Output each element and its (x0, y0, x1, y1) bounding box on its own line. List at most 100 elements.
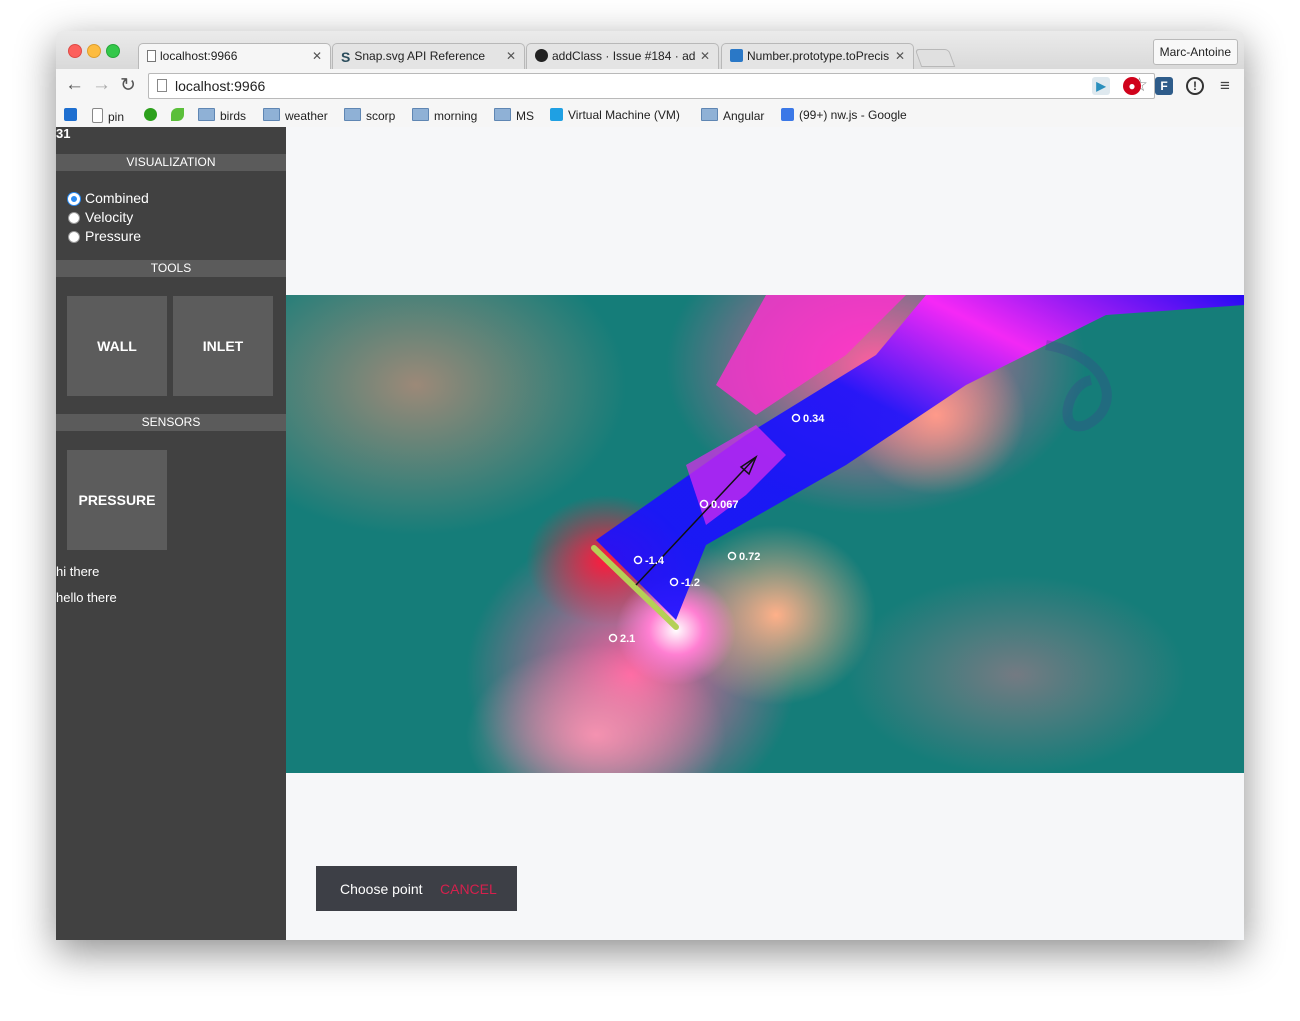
radio-label: Pressure (85, 228, 142, 244)
bookmark-label: morning (434, 109, 478, 123)
browser-toolbar: ← → ↻ localhost:9966 ☆ ▶ ● F ! ≡ (56, 69, 1244, 103)
forward-arrow-icon[interactable]: → (92, 74, 111, 96)
tab-localhost[interactable]: localhost:9966 ✕ (138, 43, 331, 70)
qb-icon (144, 108, 157, 121)
tab-snap-svg[interactable]: S Snap.svg API Reference ✕ (332, 43, 525, 70)
radio-selected-icon (68, 193, 80, 205)
tab-title: addClass · Issue #184 · ad (552, 49, 696, 63)
tab-close-icon[interactable]: ✕ (700, 49, 710, 63)
pressure-probe[interactable]: 2.1 (608, 633, 636, 645)
bookmark-weather[interactable]: weather (263, 108, 328, 123)
flow-overlay: 0.34 0.067 -1.4 0.72 -1.2 2.1 (591, 295, 1244, 645)
probe-value: 2.1 (620, 633, 635, 645)
bookmark-label: Angular (723, 109, 765, 123)
probe-marker-icon (727, 551, 737, 561)
tab-title: Snap.svg API Reference (354, 49, 486, 63)
cancel-button[interactable]: CANCEL (440, 881, 497, 897)
radio-pressure[interactable]: Pressure (68, 228, 141, 244)
window-maximize-button[interactable] (106, 44, 120, 58)
probe-value: -1.4 (645, 555, 665, 567)
tab-title: Number.prototype.toPrecis (747, 49, 890, 63)
bookmark-scorp[interactable]: scorp (344, 108, 395, 123)
probe-value: 0.34 (803, 413, 825, 425)
reload-icon[interactable]: ↻ (120, 74, 136, 97)
snackbar: Choose point CANCEL (316, 866, 517, 911)
tab-close-icon[interactable]: ✕ (895, 49, 905, 63)
menu-icon[interactable]: ≡ (1216, 77, 1234, 95)
folder-icon (494, 108, 511, 121)
probe-value: -1.2 (681, 577, 700, 589)
bookmark-angular[interactable]: Angular (701, 108, 764, 123)
snackbar-message: Choose point (340, 881, 423, 897)
title-bar: localhost:9966 ✕ S Snap.svg API Reference… (56, 31, 1244, 70)
radio-label: Combined (85, 190, 149, 206)
bookmark-label: pin (108, 110, 125, 124)
browser-window: localhost:9966 ✕ S Snap.svg API Reference… (56, 31, 1244, 940)
bookmark-label: weather (285, 109, 328, 123)
radio-unselected-icon (68, 231, 80, 243)
bookmark-pin[interactable]: pin (92, 108, 124, 124)
wall-tool-button[interactable]: WALL (67, 296, 167, 396)
ie-icon (550, 108, 563, 121)
radio-combined[interactable]: Combined (68, 190, 149, 206)
profile-button[interactable]: Marc-Antoine (1152, 39, 1238, 65)
pressure-sensor-button[interactable]: PRESSURE (67, 450, 167, 550)
probe-value: 0.72 (739, 551, 760, 563)
adblock-icon[interactable]: ● (1123, 77, 1141, 95)
gplus-icon (781, 108, 794, 121)
page-icon (157, 79, 167, 92)
tab-github-issue[interactable]: addClass · Issue #184 · ad ✕ (526, 43, 719, 70)
cast-extension-icon[interactable]: ▶ (1092, 77, 1110, 95)
new-tab-button[interactable] (914, 49, 956, 67)
fluid-simulation-canvas[interactable]: 0.34 0.067 -1.4 0.72 -1.2 2.1 (286, 295, 1244, 773)
page-icon (147, 50, 156, 62)
github-icon (535, 49, 548, 62)
tab-close-icon[interactable]: ✕ (506, 49, 516, 63)
trello-icon (64, 108, 77, 121)
page-content: 31 VISUALIZATION Combined Velocity Press… (56, 126, 1244, 940)
note-text: hi there (56, 564, 100, 579)
folder-icon (263, 108, 280, 121)
bookmark-trello[interactable] (64, 108, 82, 122)
bookmarks-bar: pin birds weather scorp morning MS Virtu… (56, 103, 1244, 128)
window-minimize-button[interactable] (87, 44, 101, 58)
feedly-icon[interactable]: F (1155, 77, 1173, 95)
url-text: localhost:9966 (175, 78, 266, 94)
probe-marker-icon (608, 633, 618, 643)
radio-unselected-icon (68, 212, 80, 224)
bookmark-qb[interactable] (144, 108, 162, 122)
tab-mdn[interactable]: Number.prototype.toPrecis ✕ (721, 43, 914, 70)
note-text: hello there (56, 590, 117, 605)
bookmark-nwjs[interactable]: (99+) nw.js - Google (781, 108, 907, 122)
bookmark-ms[interactable]: MS (494, 108, 534, 123)
vortex (1045, 340, 1112, 432)
leaf-icon (171, 108, 184, 121)
bookmark-label: Virtual Machine (VM) (568, 108, 680, 122)
radio-velocity[interactable]: Velocity (68, 209, 133, 225)
bookmark-morning[interactable]: morning (412, 108, 477, 123)
inlet-tool-button[interactable]: INLET (173, 296, 273, 396)
jet-plume (596, 295, 1244, 620)
page-icon (92, 108, 103, 123)
bookmark-vm[interactable]: Virtual Machine (VM) (550, 108, 680, 122)
info-icon[interactable]: ! (1186, 77, 1204, 95)
folder-icon (198, 108, 215, 121)
window-close-button[interactable] (68, 44, 82, 58)
sensors-header: SENSORS (56, 414, 286, 431)
bookmark-leaf[interactable] (171, 108, 189, 122)
back-arrow-icon[interactable]: ← (65, 74, 84, 96)
bookmark-label: MS (516, 109, 534, 123)
tab-close-icon[interactable]: ✕ (312, 49, 322, 63)
visualization-header: VISUALIZATION (56, 154, 286, 171)
sidebar: 31 VISUALIZATION Combined Velocity Press… (56, 126, 286, 940)
address-bar[interactable]: localhost:9966 ☆ (148, 73, 1155, 99)
folder-icon (344, 108, 361, 121)
tab-title: localhost:9966 (160, 49, 238, 63)
folder-icon (412, 108, 429, 121)
radio-label: Velocity (85, 209, 134, 225)
bookmark-birds[interactable]: birds (198, 108, 246, 123)
snap-icon: S (341, 49, 351, 65)
pressure-probe[interactable]: 0.72 (727, 551, 761, 563)
mdn-icon (730, 49, 743, 62)
tools-header: TOOLS (56, 260, 286, 277)
